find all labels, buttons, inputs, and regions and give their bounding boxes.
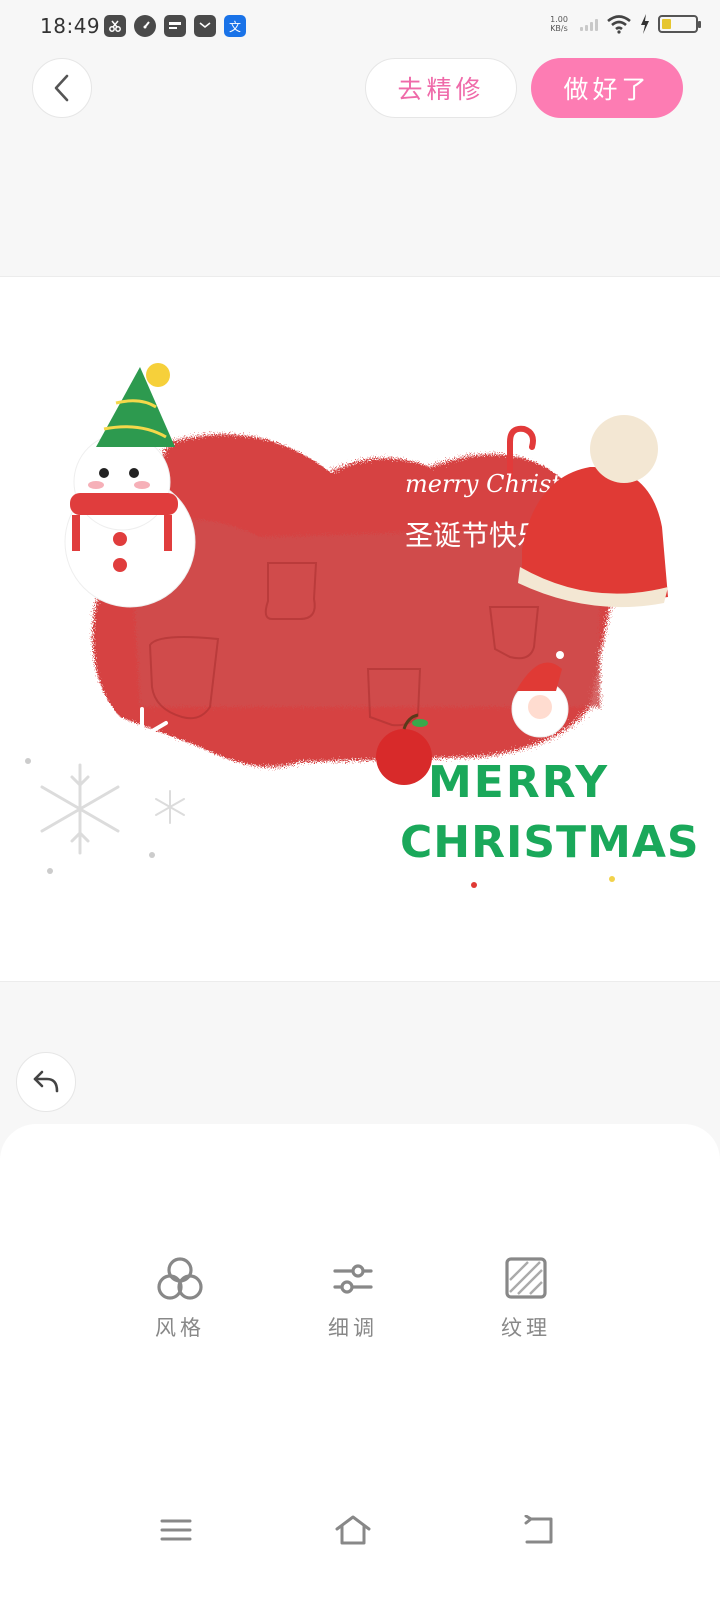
translate-glyph: 文 [228,19,241,34]
return-icon [524,1515,553,1544]
tool-fine-tune-label: 细调 [328,1316,378,1340]
wifi-icon [607,15,631,34]
home-button[interactable] [331,1508,375,1552]
home-icon [335,1515,371,1545]
tool-style[interactable]: 风格 [130,1256,230,1342]
done-button[interactable]: 做好了 [531,58,683,118]
tool-texture-label: 纹理 [501,1316,551,1340]
christmas-card-image: merry Christmas 圣诞节快乐 MERRY CHRISTMAS [25,363,700,888]
menu-button[interactable] [154,1508,198,1552]
status-time: 18:49 [40,14,101,38]
knit-hat-illustration [518,415,668,608]
network-speed: 1.00 KB/s [546,15,572,33]
scissors-icon [104,15,126,37]
charging-icon [641,14,649,34]
status-bar: 18:49 文 1.00 KB/s [0,0,720,56]
gauge-icon [134,15,156,37]
tool-texture[interactable]: 纹理 [476,1256,576,1342]
title-line-1: MERRY [428,757,609,808]
title-line-2: CHRISTMAS [400,817,700,868]
mail-icon [194,15,216,37]
undo-icon [33,1070,59,1093]
three-circles-icon [157,1257,203,1300]
status-app-icons: 文 [104,15,246,37]
status-right: 1.00 KB/s [546,14,701,34]
undo-button[interactable] [16,1052,76,1112]
network-speed-value: 1.00 [550,15,568,24]
canvas-area[interactable]: merry Christmas 圣诞节快乐 MERRY CHRISTMAS [0,276,720,982]
sliders-icon [333,1264,373,1294]
network-speed-unit: KB/s [550,24,568,33]
card-icon [164,15,186,37]
signal-icon [580,17,598,31]
translate-icon: 文 [224,15,246,37]
texture-icon [505,1257,547,1299]
tool-fine-tune[interactable]: 细调 [303,1256,403,1342]
tool-style-label: 风格 [155,1316,205,1340]
chevron-left-icon [54,74,69,102]
back-button[interactable] [32,58,92,118]
system-nav-bar [0,1500,720,1560]
battery-icon [658,15,701,33]
system-back-button[interactable] [516,1508,560,1552]
refine-button[interactable]: 去精修 [365,58,517,118]
menu-icon [160,1519,192,1541]
